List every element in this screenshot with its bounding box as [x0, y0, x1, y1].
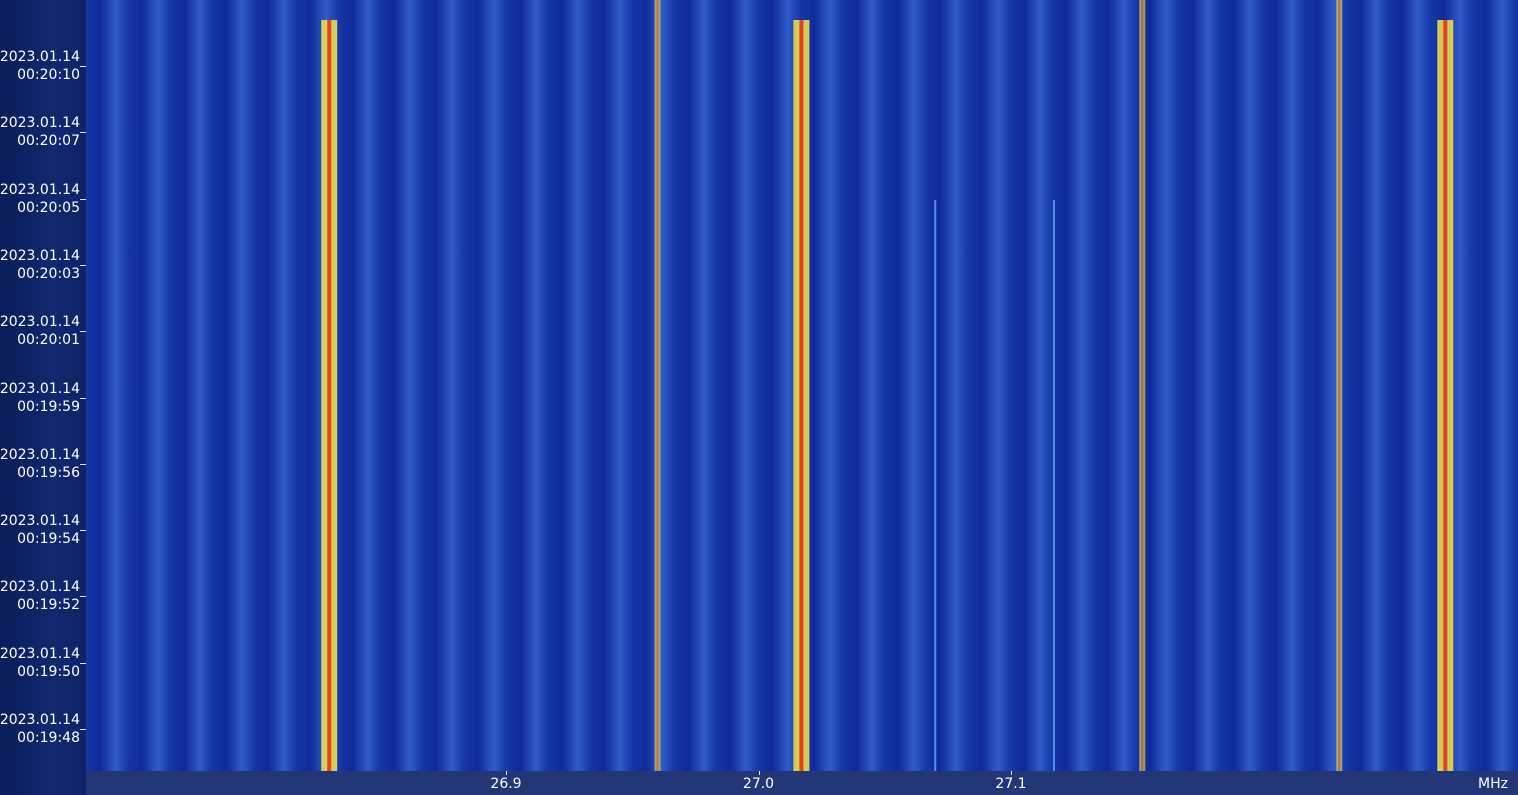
- time-label-time: 00:19:52: [17, 597, 80, 614]
- frequency-tick: [758, 771, 760, 775]
- time-label-time: 00:20:07: [17, 133, 80, 150]
- signal-core: [327, 20, 332, 771]
- frequency-axis: MHz 26.9 27.0 27.1: [86, 771, 1518, 795]
- waterfall-signals: [321, 0, 1454, 771]
- signal-trace: [934, 200, 937, 771]
- time-label-time: 00:20:01: [17, 332, 80, 349]
- frequency-tick-label: 26.9: [490, 776, 522, 792]
- waterfall-app: 2023.01.14 00:20:10 2023.01.14 00:20:07 2023…: [0, 0, 1518, 795]
- signal-core: [1443, 20, 1448, 771]
- time-label-date: 2023.01.14: [0, 712, 80, 728]
- signal-core: [1141, 0, 1144, 771]
- time-label-time: 00:19:50: [17, 663, 80, 680]
- time-label-time: 00:19:54: [17, 531, 80, 548]
- time-label-time: 00:20:05: [17, 199, 80, 216]
- time-axis: 2023.01.14 00:20:10 2023.01.14 00:20:07 2023…: [0, 0, 86, 795]
- frequency-tick: [1011, 771, 1012, 775]
- spectrum-waterfall[interactable]: [86, 0, 1518, 771]
- time-label-date: 2023.01.14: [0, 314, 80, 331]
- time-label-date: 2023.01.14: [0, 115, 80, 132]
- time-label-time: 00:19:48: [17, 730, 80, 746]
- time-label-date: 2023.01.14: [0, 181, 80, 198]
- signal-core: [656, 0, 659, 771]
- signal-trace: [1052, 200, 1055, 771]
- frequency-tick-label: 27.1: [995, 776, 1027, 792]
- time-label: 2023.01.14 00:20:07: [0, 114, 80, 150]
- time-label-time: 00:19:56: [17, 464, 80, 481]
- signal-core: [799, 20, 804, 771]
- time-label-date: 2023.01.14: [0, 380, 80, 397]
- time-label-time: 00:20:03: [17, 265, 80, 282]
- frequency-tick: [506, 771, 507, 775]
- time-label: 2023.01.14 00:19:48: [0, 711, 80, 747]
- time-label: 2023.01.14 00:19:59: [0, 380, 80, 416]
- time-label-date: 2023.01.14: [0, 513, 80, 530]
- time-label-time: 00:20:10: [17, 67, 80, 83]
- frequency-tick-label: 27.0: [742, 776, 775, 792]
- time-label-date: 2023.01.14: [0, 446, 80, 463]
- time-label: 2023.01.14 00:19:52: [0, 578, 80, 614]
- time-label: 2023.01.14 00:19:50: [0, 645, 80, 681]
- time-label: 2023.01.14 00:20:05: [0, 181, 80, 217]
- time-label: 2023.01.14 00:19:56: [0, 446, 80, 482]
- time-label: 2023.01.14 00:20:10: [0, 48, 80, 84]
- time-label-date: 2023.01.14: [0, 645, 80, 662]
- time-label-date: 2023.01.14: [0, 247, 80, 264]
- time-label-date: 2023.01.14: [0, 579, 80, 596]
- time-label-date: 2023.01.14: [0, 49, 80, 65]
- time-label: 2023.01.14 00:20:03: [0, 247, 80, 283]
- time-label: 2023.01.14 00:19:54: [0, 512, 80, 548]
- time-label-time: 00:19:59: [17, 398, 80, 415]
- time-label: 2023.01.14 00:20:01: [0, 313, 80, 349]
- frequency-unit-label: MHz: [1478, 776, 1508, 792]
- signal-core: [1338, 0, 1341, 771]
